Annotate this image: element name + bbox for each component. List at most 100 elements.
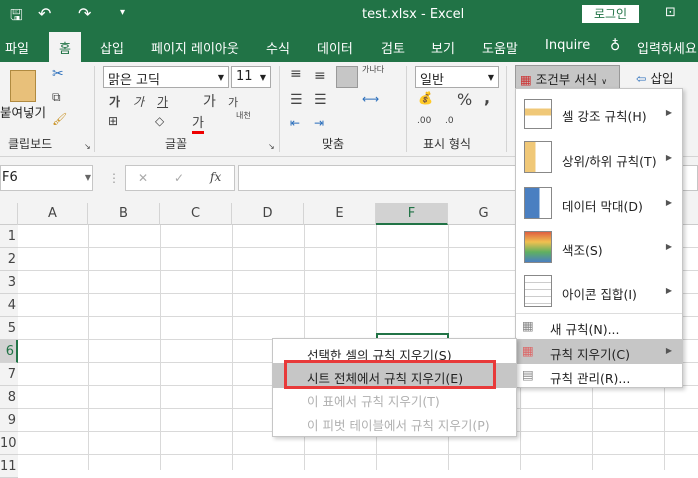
shrink-font-button[interactable]: 가	[228, 94, 238, 110]
customize-qat-icon[interactable]: ▾	[120, 7, 125, 18]
row-header[interactable]: 5	[0, 317, 18, 340]
fill-color-icon[interactable]: ◇	[155, 114, 164, 128]
copy-icon[interactable]: ⧉	[52, 90, 61, 105]
menu-item-new-rule[interactable]: ▦ 새 규칙(N)...	[516, 315, 682, 339]
insert-cells-button[interactable]: ⇦ 삽입	[636, 68, 673, 87]
menu-item-highlight-cells-rules[interactable]: 셀 강조 규칙(H) ▶	[516, 93, 682, 135]
menu-item-data-bars[interactable]: 데이터 막대(D) ▶	[516, 181, 682, 225]
paste-icon[interactable]	[10, 70, 36, 102]
group-clipboard: 클립보드	[8, 137, 53, 151]
ribbon-tabs: 파일 홈 삽입 페이지 레이아웃 수식 데이터 검토 보기 도움말 Inquir…	[0, 30, 698, 62]
wrap-text-button[interactable]: 가나다	[362, 64, 384, 75]
align-middle-icon[interactable]: ≡	[314, 68, 326, 84]
row-header[interactable]: 1	[0, 225, 18, 248]
column-header[interactable]: F	[376, 203, 448, 225]
cut-icon[interactable]: ✂	[52, 66, 64, 82]
tab-review[interactable]: 검토	[381, 38, 405, 57]
conditional-formatting-button[interactable]: ▦ 조건부 서식 ∨	[515, 65, 620, 89]
conditional-formatting-menu: 셀 강조 규칙(H) ▶ 상위/하위 규칙(T) ▶ 데이터 막대(D) ▶ 색조(S…	[515, 88, 683, 388]
font-name-select[interactable]: 맑은 고딕 ▼	[103, 66, 229, 88]
grow-font-button[interactable]: 가	[203, 91, 216, 111]
tab-view[interactable]: 보기	[431, 38, 455, 57]
row-header[interactable]: 11	[0, 455, 18, 478]
login-button[interactable]: 로그인	[582, 5, 639, 23]
font-color-button[interactable]: 가	[192, 112, 204, 134]
menu-item-icon-sets[interactable]: 아이콘 집합(I) ▶	[516, 269, 682, 313]
decrease-decimal-button[interactable]: .0	[445, 116, 454, 126]
increase-decimal-button[interactable]: .00	[417, 116, 431, 126]
align-top-icon[interactable]: ≡	[290, 66, 302, 82]
phonetic-button[interactable]: 내천	[236, 110, 251, 121]
increase-indent-icon[interactable]: ⇥	[314, 116, 324, 130]
insert-function-button[interactable]: fx	[210, 170, 221, 184]
name-box[interactable]: F6 ▼	[0, 165, 93, 191]
save-icon[interactable]: 🖫	[10, 5, 23, 30]
clipboard-launcher-icon[interactable]: ↘	[84, 142, 91, 151]
cancel-icon[interactable]: ✕	[138, 171, 148, 185]
number-format-select[interactable]: 일반 ▼	[415, 66, 499, 88]
row-header[interactable]: 9	[0, 409, 18, 432]
tab-page-layout[interactable]: 페이지 레이아웃	[151, 38, 239, 57]
column-header[interactable]: C	[160, 203, 232, 225]
new-rule-icon: ▦	[522, 318, 534, 333]
menu-item-clear-rules[interactable]: ▦ 규칙 지우기(C) ▶	[516, 339, 682, 364]
row-header[interactable]: 8	[0, 386, 18, 409]
tab-inquire[interactable]: Inquire	[545, 38, 590, 53]
lightbulb-icon[interactable]: ♁	[610, 38, 620, 54]
row-header[interactable]: 4	[0, 294, 18, 317]
tab-home[interactable]: 홈	[49, 32, 81, 62]
tell-me-input[interactable]: 입력하세요	[637, 38, 697, 57]
row-header[interactable]: 3	[0, 271, 18, 294]
manage-rules-icon: ▤	[522, 367, 534, 382]
underline-button[interactable]: 가	[157, 93, 168, 110]
window-title: test.xlsx - Excel	[362, 7, 465, 22]
font-size-select[interactable]: 11 ▼	[231, 66, 271, 88]
column-header[interactable]: D	[232, 203, 304, 225]
column-header[interactable]: G	[448, 203, 520, 225]
italic-button[interactable]: 가	[133, 93, 144, 110]
tab-file[interactable]: 파일	[5, 38, 29, 57]
bold-button[interactable]: 가	[109, 93, 120, 110]
menu-item-manage-rules[interactable]: ▤ 규칙 관리(R)...	[516, 364, 682, 388]
group-font: 글꼴	[165, 137, 188, 151]
align-left-icon[interactable]: ☰	[290, 92, 303, 108]
column-header[interactable]: B	[88, 203, 160, 225]
group-alignment: 맞춤	[322, 137, 345, 151]
column-header[interactable]: E	[304, 203, 376, 225]
clear-pivot-table-rules: 이 피벗 테이블에서 규칙 지우기(P)	[307, 418, 490, 433]
font-launcher-icon[interactable]: ↘	[268, 142, 275, 151]
highlight-box	[284, 360, 496, 389]
borders-icon[interactable]: ⊞	[108, 114, 118, 128]
enter-icon[interactable]: ✓	[174, 171, 184, 185]
clear-table-rules: 이 표에서 규칙 지우기(T)	[307, 394, 440, 409]
tab-help[interactable]: 도움말	[482, 38, 518, 57]
menu-item-color-scales[interactable]: 색조(S) ▶	[516, 225, 682, 269]
align-bottom-icon[interactable]	[336, 66, 358, 88]
group-number: 표시 형식	[423, 137, 471, 151]
eraser-icon: ▦	[522, 343, 534, 358]
comma-button[interactable]: ,	[484, 88, 490, 107]
merge-icon[interactable]: ⟷	[362, 92, 379, 106]
undo-icon[interactable]: ↶	[38, 4, 51, 23]
row-header[interactable]: 7	[0, 363, 18, 386]
percent-button[interactable]: %	[457, 90, 472, 109]
paste-button[interactable]: 붙여넣기	[0, 102, 46, 121]
align-center-icon[interactable]: ☰	[314, 92, 327, 108]
decrease-indent-icon[interactable]: ⇤	[290, 116, 300, 130]
redo-icon[interactable]: ↷	[78, 4, 91, 23]
row-header[interactable]: 10	[0, 432, 18, 455]
tab-data[interactable]: 데이터	[317, 38, 353, 57]
tab-formulas[interactable]: 수식	[266, 38, 290, 57]
menu-item-top-bottom-rules[interactable]: 상위/하위 규칙(T) ▶	[516, 135, 682, 181]
select-all-button[interactable]	[0, 203, 18, 225]
title-bar: 🖫 ↶ ↷ ▾ test.xlsx - Excel 로그인 ⊡	[0, 0, 698, 30]
formula-buttons: ✕ ✓ fx	[125, 165, 235, 191]
accounting-format-icon[interactable]: 💰	[418, 91, 433, 105]
ribbon-display-icon[interactable]: ⊡	[665, 5, 676, 20]
format-painter-icon[interactable]: 🖌	[52, 112, 67, 126]
row-header[interactable]: 2	[0, 248, 18, 271]
more-icon: ⋮	[108, 171, 120, 185]
tab-insert[interactable]: 삽입	[100, 38, 124, 57]
row-header[interactable]: 6	[0, 340, 18, 363]
column-header[interactable]: A	[18, 203, 88, 225]
